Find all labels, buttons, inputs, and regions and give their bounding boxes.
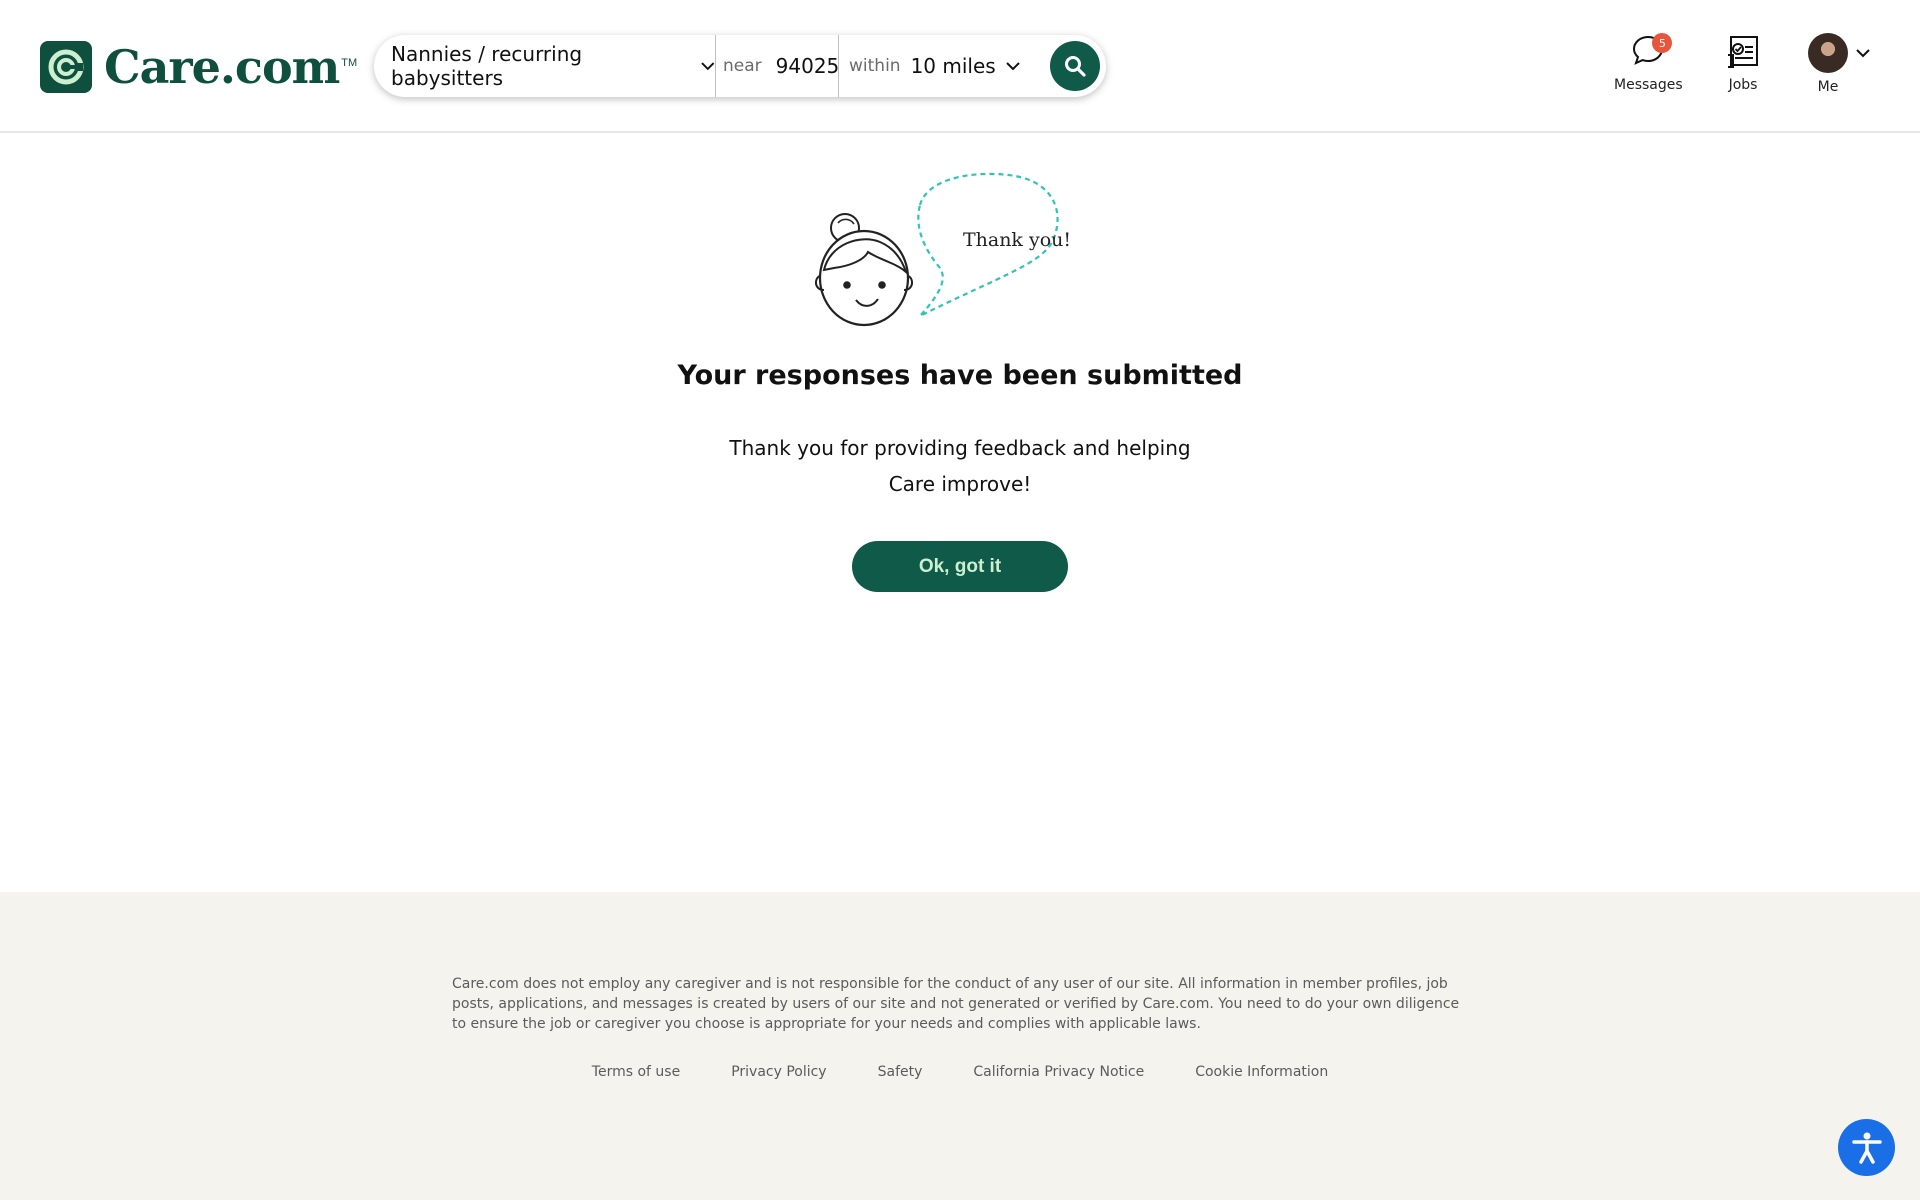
jobs-label: Jobs — [1728, 77, 1758, 93]
thank-you-illustration: Thank you! — [810, 168, 1110, 337]
cookie-information-link[interactable]: Cookie Information — [1195, 1064, 1328, 1080]
messages-badge: 5 — [1652, 33, 1673, 53]
chevron-down-icon — [1006, 61, 1020, 70]
clipboard-check-icon — [1728, 36, 1758, 68]
nav-jobs[interactable]: Jobs — [1725, 33, 1761, 93]
service-value: Nannies / recurring babysitters — [391, 42, 583, 90]
zip-value: 94025 — [775, 54, 840, 78]
accessibility-button[interactable] — [1838, 1119, 1895, 1176]
zip-field[interactable]: near 94025 — [716, 35, 839, 97]
distance-select[interactable]: within 10 miles — [839, 35, 1039, 97]
avatar — [1808, 33, 1848, 73]
messages-icon-wrap: 5 — [1624, 33, 1673, 71]
footer-links: Terms of use Privacy Policy Safety Calif… — [0, 1064, 1920, 1080]
me-label: Me — [1817, 79, 1839, 95]
privacy-policy-link[interactable]: Privacy Policy — [731, 1064, 826, 1080]
girl-face-illustration: Thank you! — [814, 172, 1071, 327]
safety-link[interactable]: Safety — [878, 1064, 923, 1080]
trademark: TM — [341, 57, 358, 69]
top-header: Care.com TM Nannies / recurring babysitt… — [0, 0, 1920, 133]
search-icon — [1065, 56, 1086, 77]
nav-me[interactable]: Me — [1808, 33, 1870, 95]
search-button[interactable] — [1050, 41, 1100, 91]
terms-of-use-link[interactable]: Terms of use — [592, 1064, 680, 1080]
nav-messages[interactable]: 5 Messages — [1614, 33, 1683, 93]
care-logo-icon — [40, 41, 92, 93]
ok-got-it-button[interactable]: Ok, got it — [852, 541, 1068, 592]
chevron-down-icon — [701, 61, 715, 70]
accessibility-icon — [1851, 1132, 1882, 1164]
footer: Care.com does not employ any caregiver a… — [0, 892, 1920, 1200]
care-logo[interactable]: Care.com TM — [40, 40, 357, 94]
speech-text: Thank you! — [963, 229, 1071, 251]
california-privacy-notice-link[interactable]: California Privacy Notice — [973, 1064, 1144, 1080]
within-label: within — [849, 56, 901, 76]
service-select[interactable]: Nannies / recurring babysitters — [374, 35, 716, 97]
distance-value: 10 miles — [910, 54, 996, 78]
page-title: Your responses have been submitted — [677, 360, 1243, 391]
messages-label: Messages — [1614, 77, 1683, 93]
footer-disclaimer: Care.com does not employ any caregiver a… — [452, 976, 1460, 1032]
chevron-down-icon — [1856, 48, 1870, 57]
page-subtitle: Thank you for providing feedback and hel… — [729, 436, 1191, 496]
me-avatar-wrap — [1808, 33, 1870, 73]
near-label: near — [723, 56, 762, 76]
search-bar: Nannies / recurring babysitters near 940… — [374, 35, 1106, 97]
brand-name: Care.com — [104, 40, 340, 94]
